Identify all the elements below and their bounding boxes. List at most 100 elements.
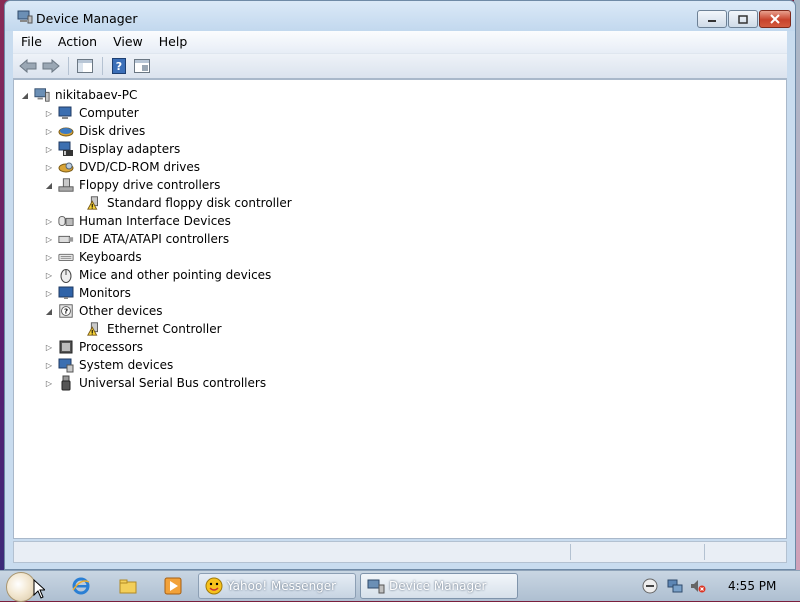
processor-icon (58, 339, 74, 355)
status-bar (13, 541, 787, 563)
warning-device-icon (86, 321, 102, 337)
volume-muted-icon[interactable] (690, 578, 706, 594)
tree-item-other-devices[interactable]: ◢? Other devices (44, 302, 163, 320)
minimize-icon (708, 20, 716, 22)
task-device-manager[interactable]: Device Manager (360, 573, 518, 599)
expand-arrow-icon[interactable]: ▷ (44, 126, 54, 136)
device-tree: ◢ nikitabaev-PC ▷ Computer ▷ Disk drives ▷ Disp… (13, 79, 787, 539)
tree-item-system-devices[interactable]: ▷ System devices (44, 356, 173, 374)
tree-item-ethernet-controller[interactable]: Ethernet Controller (72, 320, 222, 338)
expand-arrow-icon[interactable]: ▷ (44, 144, 54, 154)
status-bar-divider (704, 544, 705, 560)
back-button[interactable] (17, 56, 39, 76)
toolbar-separator (68, 57, 69, 75)
expand-arrow-icon[interactable]: ▷ (44, 270, 54, 280)
tree-item-label: Keyboards (79, 250, 142, 264)
tree-item-display-adapters[interactable]: ▷ Display adapters (44, 140, 180, 158)
forward-button[interactable] (40, 56, 62, 76)
svg-text:?: ? (64, 307, 68, 316)
display-adapter-icon (58, 141, 74, 157)
toolbar-separator (102, 57, 103, 75)
media-player-icon[interactable] (163, 576, 183, 596)
help-icon: ? (112, 58, 126, 74)
menu-bar: File Action View Help (13, 31, 787, 54)
system-devices-icon (58, 357, 74, 373)
close-icon (770, 14, 780, 24)
title-bar[interactable]: Device Manager (5, 1, 795, 31)
tree-item-label: Display adapters (79, 142, 181, 156)
tree-item-dvd-cd-rom-drives[interactable]: ▷ DVD/CD-ROM drives (44, 158, 200, 176)
dvd-drive-icon (58, 159, 74, 175)
tree-item-label: System devices (79, 358, 174, 372)
task-label: Device Manager (389, 579, 487, 593)
mouse-cursor-icon (33, 579, 45, 599)
tree-item-keyboards[interactable]: ▷ Keyboards (44, 248, 142, 266)
show-hide-tree-button[interactable] (74, 56, 96, 76)
maximize-button[interactable] (728, 10, 758, 28)
monitor-icon (58, 285, 74, 301)
svg-text:?: ? (116, 60, 122, 73)
expand-arrow-icon[interactable]: ▷ (44, 216, 54, 226)
tree-item-floppy-drive-controllers[interactable]: ◢ Floppy drive controllers (44, 176, 221, 194)
network-icon[interactable] (667, 578, 683, 594)
menu-help[interactable]: Help (151, 31, 196, 53)
taskbar-clock[interactable]: 4:55 PM (728, 579, 776, 593)
tree-item-universal-serial-bus-controllers[interactable]: ▷ Universal Serial Bus controllers (44, 374, 266, 392)
hid-icon (58, 213, 74, 229)
close-button[interactable] (759, 10, 791, 28)
usb-icon (58, 375, 74, 391)
tree-item-processors[interactable]: ▷ Processors (44, 338, 143, 356)
menu-view[interactable]: View (105, 31, 151, 53)
internet-explorer-icon[interactable] (71, 576, 91, 596)
tree-item-human-interface-devices[interactable]: ▷ Human Interface Devices (44, 212, 231, 230)
tree-item-monitors[interactable]: ▷ Monitors (44, 284, 131, 302)
toolbar: ? (13, 54, 787, 79)
collapse-arrow-icon[interactable]: ◢ (44, 306, 54, 316)
expand-arrow-icon[interactable]: ▷ (44, 288, 54, 298)
floppy-controller-icon (58, 177, 74, 193)
tree-item-computer-root[interactable]: ◢ nikitabaev-PC (20, 86, 137, 104)
windows-explorer-icon[interactable] (118, 576, 138, 596)
tree-item-label: Human Interface Devices (79, 214, 231, 228)
expand-arrow-icon[interactable]: ▷ (44, 378, 54, 388)
mouse-icon (58, 267, 74, 283)
tree-item-ide-ata-atapi-controllers[interactable]: ▷ IDE ATA/ATAPI controllers (44, 230, 229, 248)
tree-item-label: Universal Serial Bus controllers (79, 376, 267, 390)
expand-arrow-icon[interactable]: ▷ (44, 162, 54, 172)
tree-item-disk-drives[interactable]: ▷ Disk drives (44, 122, 145, 140)
tree-item-label: Other devices (79, 304, 163, 318)
menu-file[interactable]: File (13, 31, 50, 53)
start-button[interactable] (6, 572, 36, 602)
help-button[interactable]: ? (108, 56, 130, 76)
ide-controller-icon (58, 231, 74, 247)
tree-item-label: IDE ATA/ATAPI controllers (79, 232, 230, 246)
computer-icon (58, 105, 74, 121)
expand-arrow-icon[interactable]: ▷ (44, 234, 54, 244)
computer-network-icon (34, 87, 50, 103)
collapse-arrow-icon[interactable]: ◢ (20, 90, 30, 100)
taskbar: Yahoo! Messenger Device Manager 4:55 PM (0, 570, 800, 602)
tree-item-label: Disk drives (79, 124, 146, 138)
expand-arrow-icon[interactable]: ▷ (44, 108, 54, 118)
show-hide-tree-icon (77, 59, 93, 73)
disk-drive-icon (58, 123, 74, 139)
expand-arrow-icon[interactable]: ▷ (44, 252, 54, 262)
tree-item-computer[interactable]: ▷ Computer (44, 104, 139, 122)
back-icon (19, 59, 37, 73)
tree-item-mice-and-other-pointing-devices[interactable]: ▷ Mice and other pointing devices (44, 266, 271, 284)
collapse-arrow-icon[interactable]: ◢ (44, 180, 54, 190)
expand-arrow-icon[interactable]: ▷ (44, 342, 54, 352)
expand-arrow-icon[interactable]: ▷ (44, 360, 54, 370)
task-yahoo-messenger[interactable]: Yahoo! Messenger (198, 573, 356, 599)
minimize-button[interactable] (697, 10, 727, 28)
properties-button[interactable] (131, 56, 153, 76)
messenger-tray-icon[interactable] (642, 578, 658, 594)
device-manager-icon (367, 577, 385, 595)
unknown-device-icon: ? (58, 303, 74, 319)
tree-item-label: Processors (79, 340, 144, 354)
tree-item-label: Mice and other pointing devices (79, 268, 272, 282)
tree-item-standard-floppy-disk-controller[interactable]: Standard floppy disk controller (72, 194, 292, 212)
maximize-icon (738, 14, 748, 24)
menu-action[interactable]: Action (50, 31, 105, 53)
tree-item-label: nikitabaev-PC (55, 88, 138, 102)
